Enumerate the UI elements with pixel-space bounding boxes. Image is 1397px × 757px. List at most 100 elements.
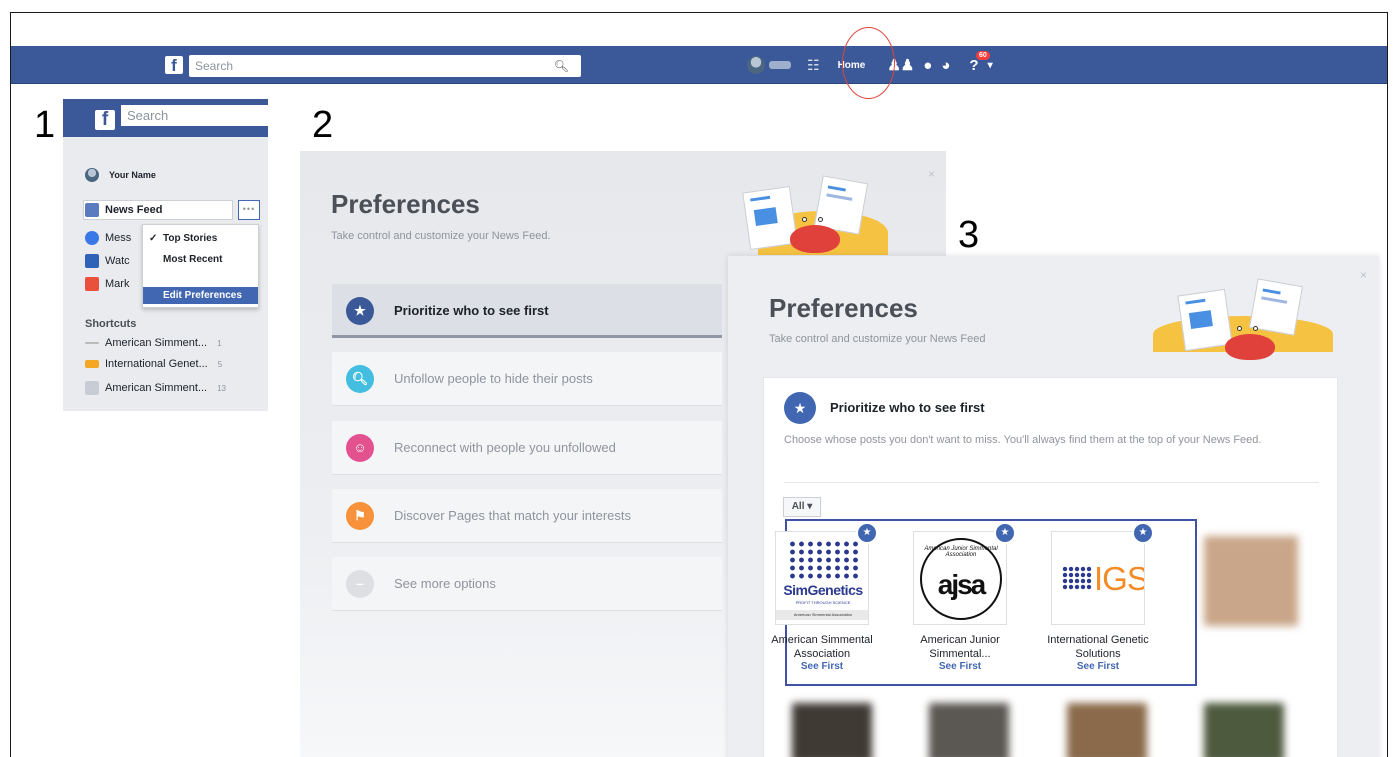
profile-avatar[interactable] [747,56,765,74]
shortcut-count: 13 [217,383,226,393]
find-friends-icon[interactable]: ☷ [807,57,820,74]
option-reconnect[interactable]: ☺ Reconnect with people you unfollowed [332,421,722,475]
dots-pattern [788,540,858,580]
search-placeholder: Search [195,59,234,73]
menu-item-top-stories[interactable]: ✓ Top Stories [143,233,258,244]
option-see-more[interactable]: – See more options [332,557,722,611]
crab-illustration [718,173,898,263]
ajsa-logo: American Junior Simmental Association aj… [913,531,1007,625]
search-icon[interactable]: 🔍︎ [554,55,569,77]
page-name: American Simmental Association [771,634,873,660]
option-discover-pages[interactable]: ⚑ Discover Pages that match your interes… [332,489,722,543]
marketplace-icon [85,277,99,291]
close-icon[interactable]: × [1360,268,1367,282]
profile-name-blurred[interactable] [769,61,791,69]
smile-icon: ☺ [346,434,374,462]
sidebar-item-label: News Feed [105,204,163,216]
left-nav-panel: f Search Your Name News Feed ••• Mess Wa… [63,99,268,411]
blurred-page-tile[interactable] [792,703,872,757]
preferences-title: Preferences [331,189,480,219]
page-tile-igs[interactable]: IGS International Genetic Solutions See … [1036,531,1160,672]
page-name: American Junior Simmental... [920,634,1000,660]
sidebar-item-label: Watc [105,255,130,267]
shortcut-item[interactable]: American Simment... 1 [85,337,222,349]
option-label: Unfollow people to hide their posts [394,371,593,386]
more-icon: – [346,570,374,598]
screenshot-frame: f Search 🔍︎ ☷ Home ♟︎♟︎ ● ◕ ? ▾ 60 1 2 3… [10,12,1388,757]
dots-pattern [1062,566,1092,590]
option-prioritize[interactable]: ★ Prioritize who to see first [332,284,722,338]
logo-footer: American Simmental Association [776,610,868,620]
shortcut-label: American Simment... [105,337,208,349]
page-name: International Genetic Solutions [1047,634,1149,660]
facebook-logo-icon[interactable]: f [95,110,115,130]
shortcut-icon [85,381,99,395]
igs-logo: IGS [1051,531,1145,625]
shortcuts-heading: Shortcuts [85,318,137,330]
top-navigation-bar: f Search 🔍︎ ☷ Home ♟︎♟︎ ● ◕ ? ▾ 60 [11,46,1387,84]
shortcut-item[interactable]: International Genet... 5 [85,358,222,370]
logo-tagline: PROFIT THROUGH SCIENCE [795,600,851,605]
step-number-1: 1 [34,104,56,146]
star-badge-icon[interactable]: ★ [1132,522,1154,544]
more-options-button[interactable]: ••• [238,200,260,220]
news-feed-options-menu: ✓ Top Stories Most Recent Edit Preferenc… [142,224,259,308]
see-first-link[interactable]: See First [1036,661,1160,672]
check-icon: ✓ [149,233,158,244]
filter-dropdown[interactable]: All ▾ [783,497,821,517]
home-highlight-circle [842,27,895,99]
see-first-link[interactable]: See First [760,661,884,672]
crab-illustration [1153,276,1333,366]
step-number-3: 3 [958,214,980,256]
left-panel-header: f Search [63,99,268,137]
sidebar-item-news-feed[interactable]: News Feed [85,203,162,217]
see-first-link[interactable]: See First [898,661,1022,672]
news-feed-icon [85,203,99,217]
blurred-page-tile[interactable] [1204,536,1298,626]
chevron-down-icon[interactable]: ▾ [988,60,993,71]
user-profile-link[interactable]: Your Name [85,168,156,182]
blurred-page-tile[interactable] [1067,703,1147,757]
sidebar-item-watch[interactable]: Watc [85,254,130,268]
page-tile-american-simmental[interactable]: SimGenetics PROFIT THROUGH SCIENCE Ameri… [760,531,884,672]
blurred-page-tile[interactable] [1204,703,1284,757]
preferences-subtitle: Take control and customize your News Fee… [331,230,551,242]
shortcut-count: 5 [217,359,223,369]
search-input[interactable]: Search 🔍︎ [189,55,581,77]
sidebar-item-marketplace[interactable]: Mark [85,277,129,291]
divider [784,482,1319,483]
sidebar-item-messenger[interactable]: Mess [85,231,131,245]
menu-item-most-recent[interactable]: Most Recent [143,254,258,265]
shortcut-count: 1 [217,338,222,348]
avatar [85,168,99,182]
option-unfollow[interactable]: 🔍︎ Unfollow people to hide their posts [332,352,722,406]
search-icon: 🔍︎ [346,365,374,393]
step-number-2: 2 [312,104,334,146]
close-icon[interactable]: × [928,167,935,181]
search-input[interactable]: Search [121,105,268,126]
menu-item-edit-preferences[interactable]: Edit Preferences [143,287,258,304]
preferences-subtitle: Take control and customize your News Fee… [769,333,986,345]
watch-icon [85,254,99,268]
logo-text: ajsa [937,569,987,600]
flag-icon: ⚑ [346,502,374,530]
section-title: Prioritize who to see first [830,400,985,415]
option-label: See more options [394,576,496,591]
star-icon: ★ [784,392,816,424]
notifications-icon[interactable]: ◕ [941,57,950,74]
notifications-badge: 60 [975,50,991,61]
user-name: Your Name [109,170,156,180]
option-label: Reconnect with people you unfollowed [394,440,616,455]
prioritize-dialog: × Preferences Take control and customize… [728,256,1379,757]
facebook-logo-icon[interactable]: f [165,56,183,75]
star-icon: ★ [346,297,374,325]
shortcut-item[interactable]: American Simment... 13 [85,381,226,395]
star-badge-icon[interactable]: ★ [994,522,1016,544]
page-tile-ajsa[interactable]: American Junior Simmental Association aj… [898,531,1022,672]
messenger-icon[interactable]: ● [923,57,932,74]
preferences-title: Preferences [769,293,918,323]
blurred-page-tile[interactable] [929,703,1009,757]
star-badge-icon[interactable]: ★ [856,522,878,544]
shortcut-icon [85,342,99,344]
shortcut-label: American Simment... [105,382,208,394]
